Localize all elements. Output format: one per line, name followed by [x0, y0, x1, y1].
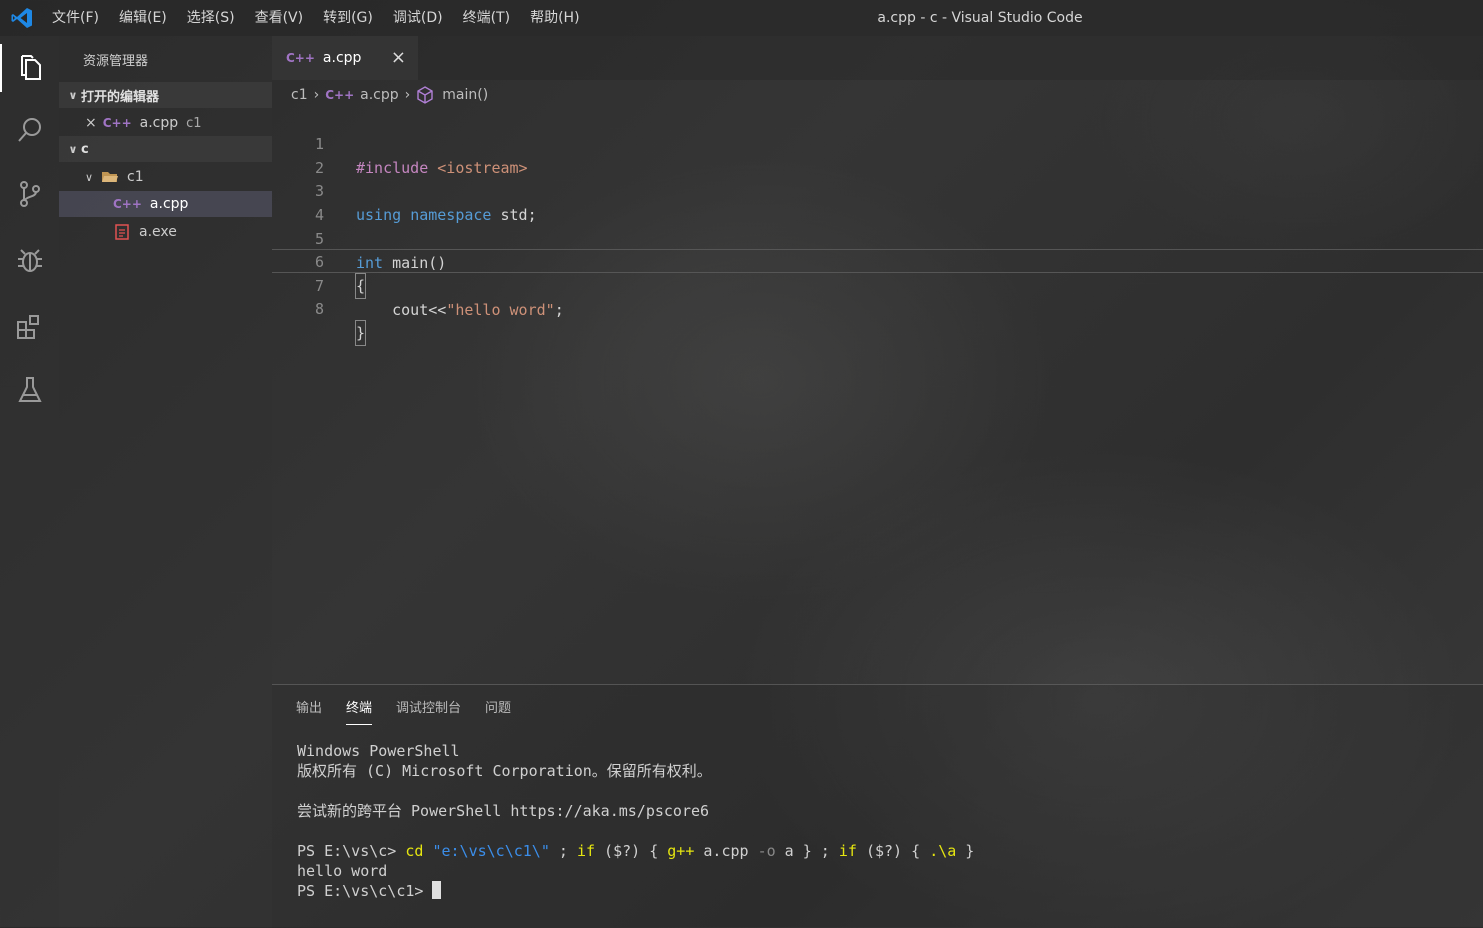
tab-terminal[interactable]: 终端: [346, 697, 373, 725]
code-line: 3 using namespace std;: [272, 155, 1483, 224]
terminal-line: Windows PowerShell: [297, 742, 460, 760]
window-title: a.cpp - c - Visual Studio Code: [877, 10, 1083, 26]
file-a-exe-label: a.exe: [139, 224, 177, 240]
open-editor-desc: c1: [186, 115, 202, 131]
breadcrumb-folder[interactable]: c1: [291, 87, 308, 103]
explorer-icon[interactable]: [0, 44, 59, 92]
chevron-right-icon: ›: [313, 87, 320, 103]
menu-view[interactable]: 查看(V): [245, 0, 314, 36]
close-brace: }: [354, 320, 367, 346]
cpp-file-icon: C++: [286, 51, 315, 65]
terminal-command-line: PS E:\vs\c> cd "e:\vs\c\c1\" ; if ($?) {…: [297, 842, 975, 860]
source-control-icon[interactable]: [0, 170, 59, 218]
code-line: 1 #include <iostream>: [272, 108, 1483, 177]
editor-tab-bar: C++ a.cpp ×: [272, 36, 1483, 80]
menu-edit[interactable]: 编辑(E): [109, 0, 177, 36]
breadcrumb-symbol[interactable]: main(): [442, 87, 488, 103]
line-number: 8: [314, 300, 324, 318]
open-editor-item[interactable]: × C++ a.cpp c1: [59, 110, 272, 136]
open-editors-section[interactable]: ∨ 打开的编辑器: [59, 82, 272, 108]
menu-bar: 文件(F) 编辑(E) 选择(S) 查看(V) 转到(G) 调试(D) 终端(T…: [42, 0, 590, 36]
chevron-right-icon: ›: [404, 87, 411, 103]
tab-problems[interactable]: 问题: [485, 697, 511, 725]
panel-tabs: 输出 终端 调试控制台 问题: [296, 697, 535, 725]
open-editor-file-label: a.cpp: [139, 115, 179, 131]
terminal-blank: [297, 821, 974, 841]
symbol-method-icon: [417, 86, 433, 104]
vscode-logo-icon: [11, 8, 32, 28]
test-flask-icon[interactable]: [0, 366, 59, 414]
folder-c1[interactable]: ∨ c1: [59, 164, 272, 190]
exe-file-icon: [115, 224, 129, 240]
extensions-icon[interactable]: [0, 302, 59, 350]
bottom-panel: 输出 终端 调试控制台 问题 Windows PowerShell 版权所有 (C…: [272, 684, 1483, 928]
terminal-line: hello word: [297, 862, 388, 880]
chevron-down-icon: ∨: [68, 142, 78, 156]
tab-close-icon[interactable]: ×: [391, 47, 406, 68]
tab-output[interactable]: 输出: [296, 697, 322, 725]
file-item-a-cpp[interactable]: C++ a.cpp: [59, 191, 272, 217]
breadcrumb: c1 › C++ a.cpp › main(): [291, 84, 488, 106]
menu-debug[interactable]: 调试(D): [383, 0, 453, 36]
menu-terminal[interactable]: 终端(T): [453, 0, 520, 36]
terminal-output[interactable]: Windows PowerShell 版权所有 (C) Microsoft Cor…: [297, 741, 974, 901]
terminal-line: 尝试新的跨平台 PowerShell https://aka.ms/pscore…: [297, 802, 710, 820]
folder-open-icon: [102, 172, 118, 182]
activity-bar: [0, 36, 59, 927]
terminal-blank: [297, 781, 974, 801]
code-line: 2: [272, 132, 1483, 177]
code-line: 4: [272, 179, 1483, 224]
folder-root-section[interactable]: ∨ c: [59, 136, 272, 162]
menu-go[interactable]: 转到(G): [313, 0, 383, 36]
chevron-down-icon: ∨: [68, 88, 78, 102]
close-icon[interactable]: ×: [85, 115, 97, 131]
folder-c1-label: c1: [127, 169, 144, 185]
terminal-prompt-line: PS E:\vs\c\c1>: [297, 881, 974, 901]
tab-a-cpp[interactable]: C++ a.cpp ×: [272, 36, 418, 80]
title-bar: 文件(F) 编辑(E) 选择(S) 查看(V) 转到(G) 调试(D) 终端(T…: [0, 0, 1483, 36]
search-icon[interactable]: [0, 106, 59, 154]
tab-debug-console[interactable]: 调试控制台: [396, 697, 461, 725]
chevron-down-icon: ∨: [84, 170, 94, 184]
sidebar-title: 资源管理器: [83, 54, 149, 69]
cpp-file-icon: C++: [102, 116, 132, 130]
line-content: cout<<"hello word";: [356, 301, 564, 319]
debug-icon[interactable]: [0, 236, 59, 284]
terminal-cursor: [432, 881, 442, 899]
terminal-line: 版权所有 (C) Microsoft Corporation。保留所有权利。: [297, 762, 712, 780]
code-line: 8 }: [272, 273, 1483, 346]
code-line: 6 {: [272, 226, 1483, 299]
explorer-sidebar: 资源管理器 ∨ 打开的编辑器 × C++ a.cpp c1 ∨ c ∨ c1 C…: [59, 36, 272, 927]
folder-root-label: c: [81, 141, 89, 157]
cpp-file-icon: C++: [325, 88, 355, 102]
menu-file[interactable]: 文件(F): [42, 0, 109, 36]
menu-selection[interactable]: 选择(S): [177, 0, 245, 36]
code-line: 5 int main(): [272, 203, 1483, 272]
code-editor[interactable]: 1 #include <iostream> 2 3 using namespac…: [272, 108, 1483, 683]
cpp-file-icon: C++: [113, 197, 142, 211]
file-item-a-exe[interactable]: a.exe: [59, 219, 272, 245]
open-editors-label: 打开的编辑器: [81, 89, 160, 105]
tab-label: a.cpp: [322, 50, 362, 66]
menu-help[interactable]: 帮助(H): [520, 0, 589, 36]
breadcrumb-file[interactable]: a.cpp: [360, 87, 399, 103]
file-a-cpp-label: a.cpp: [149, 196, 189, 212]
code-line-current: 7 cout<<"hello word";: [272, 249, 1483, 319]
